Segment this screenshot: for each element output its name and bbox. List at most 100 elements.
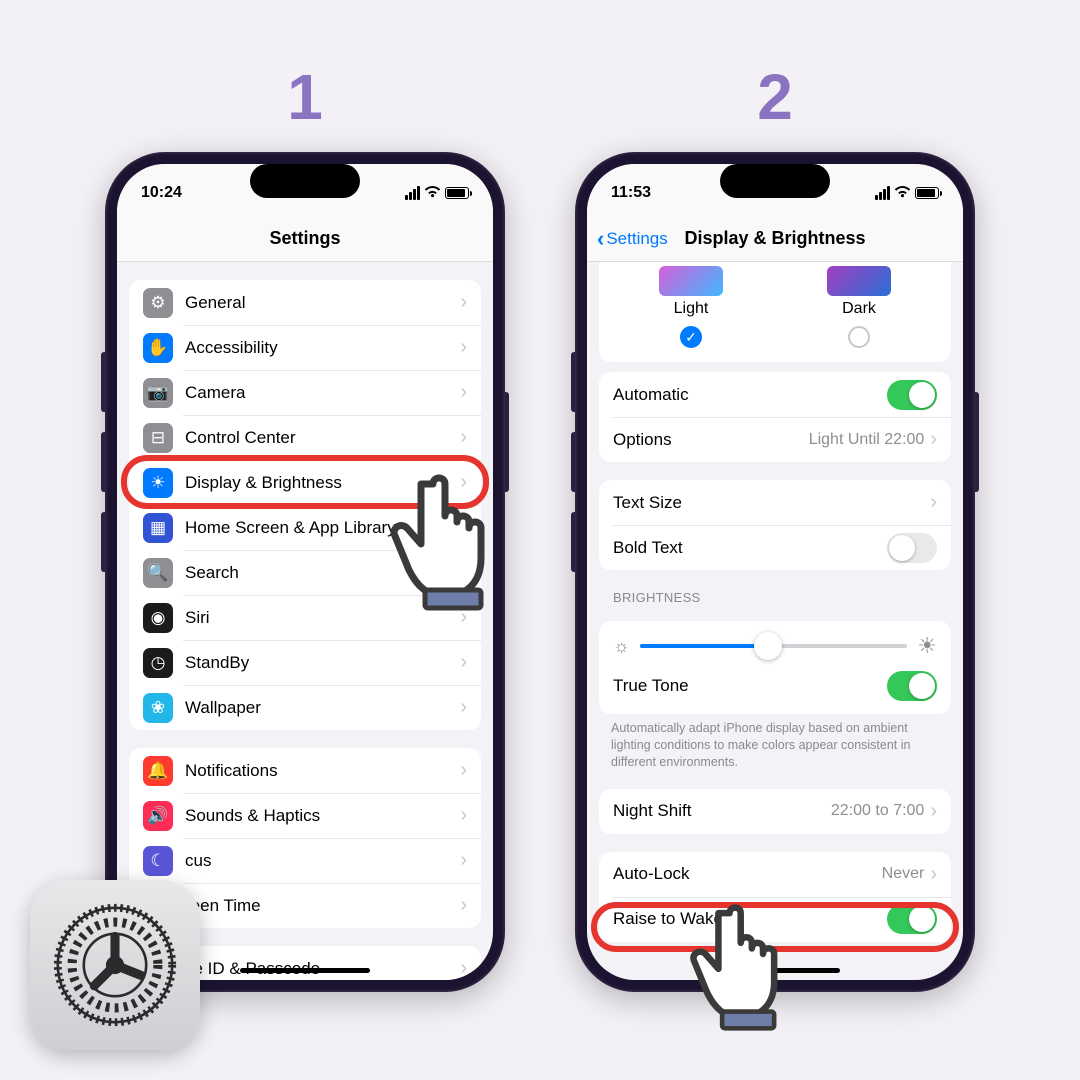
row-label: Sounds & Haptics: [185, 806, 460, 826]
chevron-right-icon: ›: [460, 759, 467, 782]
toggle-on-icon[interactable]: [887, 671, 937, 701]
cellular-icon: [405, 186, 420, 200]
true-tone-footer: Automatically adapt iPhone display based…: [587, 714, 963, 771]
status-time: 11:53: [611, 184, 651, 202]
chevron-right-icon: ›: [930, 863, 937, 886]
appearance-dark[interactable]: Dark: [827, 266, 891, 348]
row-icon: ⚙: [143, 288, 173, 318]
settings-row[interactable]: ☾cus›: [129, 838, 481, 883]
row-icon: 🔔: [143, 756, 173, 786]
row-label: Camera: [185, 383, 460, 403]
dynamic-island: [720, 164, 830, 198]
chevron-right-icon: ›: [460, 849, 467, 872]
row-value: 22:00 to 7:00: [831, 802, 924, 820]
wifi-icon: [424, 185, 441, 202]
step-number-2: 2: [757, 60, 793, 134]
back-button[interactable]: ‹ Settings: [597, 226, 668, 252]
row-label: Options: [613, 430, 809, 450]
row-night-shift[interactable]: Night Shift 22:00 to 7:00 ›: [599, 789, 951, 834]
row-icon: ☾: [143, 846, 173, 876]
chevron-right-icon: ›: [930, 800, 937, 823]
chevron-right-icon: ›: [930, 428, 937, 451]
toggle-on-icon[interactable]: [887, 380, 937, 410]
automatic-group: Automatic Options Light Until 22:00 ›: [599, 372, 951, 462]
row-label: Night Shift: [613, 801, 831, 821]
phone-frame-2: 11:53 ‹ Settings Display & Brightness: [575, 152, 975, 992]
row-label: Display & Brightness: [185, 473, 460, 493]
chevron-right-icon: ›: [460, 516, 467, 539]
chevron-left-icon: ‹: [597, 226, 604, 252]
chevron-right-icon: ›: [460, 606, 467, 629]
status-time: 10:24: [141, 184, 182, 202]
row-label: Auto-Lock: [613, 864, 882, 884]
chevron-right-icon: ›: [460, 651, 467, 674]
night-shift-group: Night Shift 22:00 to 7:00 ›: [599, 789, 951, 834]
row-icon: ◉: [143, 603, 173, 633]
radio-selected-icon: ✓: [680, 326, 702, 348]
row-raise-to-wake[interactable]: Raise to Wake: [599, 897, 951, 942]
row-label: Text Size: [613, 493, 930, 513]
row-bold-text[interactable]: Bold Text: [599, 525, 951, 570]
section-header-brightness: BRIGHTNESS: [587, 570, 963, 611]
row-label: True Tone: [613, 676, 887, 696]
settings-row[interactable]: ⚙ General›: [129, 280, 481, 325]
home-indicator: [710, 968, 840, 973]
chevron-right-icon: ›: [460, 291, 467, 314]
wifi-icon: [894, 185, 911, 202]
chevron-right-icon: ›: [460, 471, 467, 494]
settings-row[interactable]: ◉ Siri›: [129, 595, 481, 640]
settings-row[interactable]: 🔊 Sounds & Haptics›: [129, 793, 481, 838]
row-label: Raise to Wake: [613, 909, 887, 929]
settings-row[interactable]: ⊟Control Center›: [129, 415, 481, 460]
nav-bar: Settings: [117, 216, 493, 262]
step-number-1: 1: [287, 60, 323, 134]
appearance-light[interactable]: Light ✓: [659, 266, 723, 348]
settings-row[interactable]: ▦Home Screen & App Library›: [129, 505, 481, 550]
settings-row[interactable]: 🔔Notifications›: [129, 748, 481, 793]
settings-row[interactable]: ◷StandBy›: [129, 640, 481, 685]
settings-row[interactable]: ❀ Wallpaper›: [129, 685, 481, 730]
chevron-right-icon: ›: [930, 491, 937, 514]
toggle-on-icon[interactable]: [887, 904, 937, 934]
chevron-right-icon: ›: [460, 894, 467, 917]
row-icon: ◷: [143, 648, 173, 678]
row-icon: ❀: [143, 693, 173, 723]
brightness-slider[interactable]: ☼ ☀: [599, 621, 951, 659]
appearance-dark-label: Dark: [827, 300, 891, 318]
appearance-selector: Light ✓ Dark: [599, 262, 951, 362]
row-options[interactable]: Options Light Until 22:00 ›: [599, 417, 951, 462]
chevron-right-icon: ›: [460, 957, 467, 980]
chevron-right-icon: ›: [460, 696, 467, 719]
row-label: Bold Text: [613, 538, 887, 558]
chevron-right-icon: ›: [460, 336, 467, 359]
row-automatic[interactable]: Automatic: [599, 372, 951, 417]
autolock-group: Auto-Lock Never › Raise to Wake: [599, 852, 951, 942]
chevron-right-icon: ›: [460, 804, 467, 827]
row-label: Siri: [185, 608, 460, 628]
row-auto-lock[interactable]: Auto-Lock Never ›: [599, 852, 951, 897]
home-indicator: [240, 968, 370, 973]
row-label: reen Time: [185, 896, 460, 916]
row-icon: 📷: [143, 378, 173, 408]
row-label: General: [185, 293, 460, 313]
battery-icon: [915, 187, 939, 199]
appearance-light-label: Light: [659, 300, 723, 318]
row-icon: 🔊: [143, 801, 173, 831]
row-icon: ⊟: [143, 423, 173, 453]
settings-row[interactable]: ✋Accessibility›: [129, 325, 481, 370]
row-text-size[interactable]: Text Size ›: [599, 480, 951, 525]
settings-group-1: ⚙General›✋Accessibility›📷Camera›⊟Control…: [129, 280, 481, 730]
dynamic-island: [250, 164, 360, 198]
settings-row[interactable]: ☀Display & Brightness›: [129, 460, 481, 505]
settings-row[interactable]: 📷Camera›: [129, 370, 481, 415]
row-icon: ▦: [143, 513, 173, 543]
radio-unselected-icon: [848, 326, 870, 348]
row-true-tone[interactable]: True Tone: [599, 663, 951, 708]
settings-row[interactable]: 🔍Search›: [129, 550, 481, 595]
row-label: Control Center: [185, 428, 460, 448]
row-label: Wallpaper: [185, 698, 460, 718]
row-icon: 🔍: [143, 558, 173, 588]
row-icon: ✋: [143, 333, 173, 363]
toggle-off-icon[interactable]: [887, 533, 937, 563]
nav-bar: ‹ Settings Display & Brightness: [587, 216, 963, 262]
